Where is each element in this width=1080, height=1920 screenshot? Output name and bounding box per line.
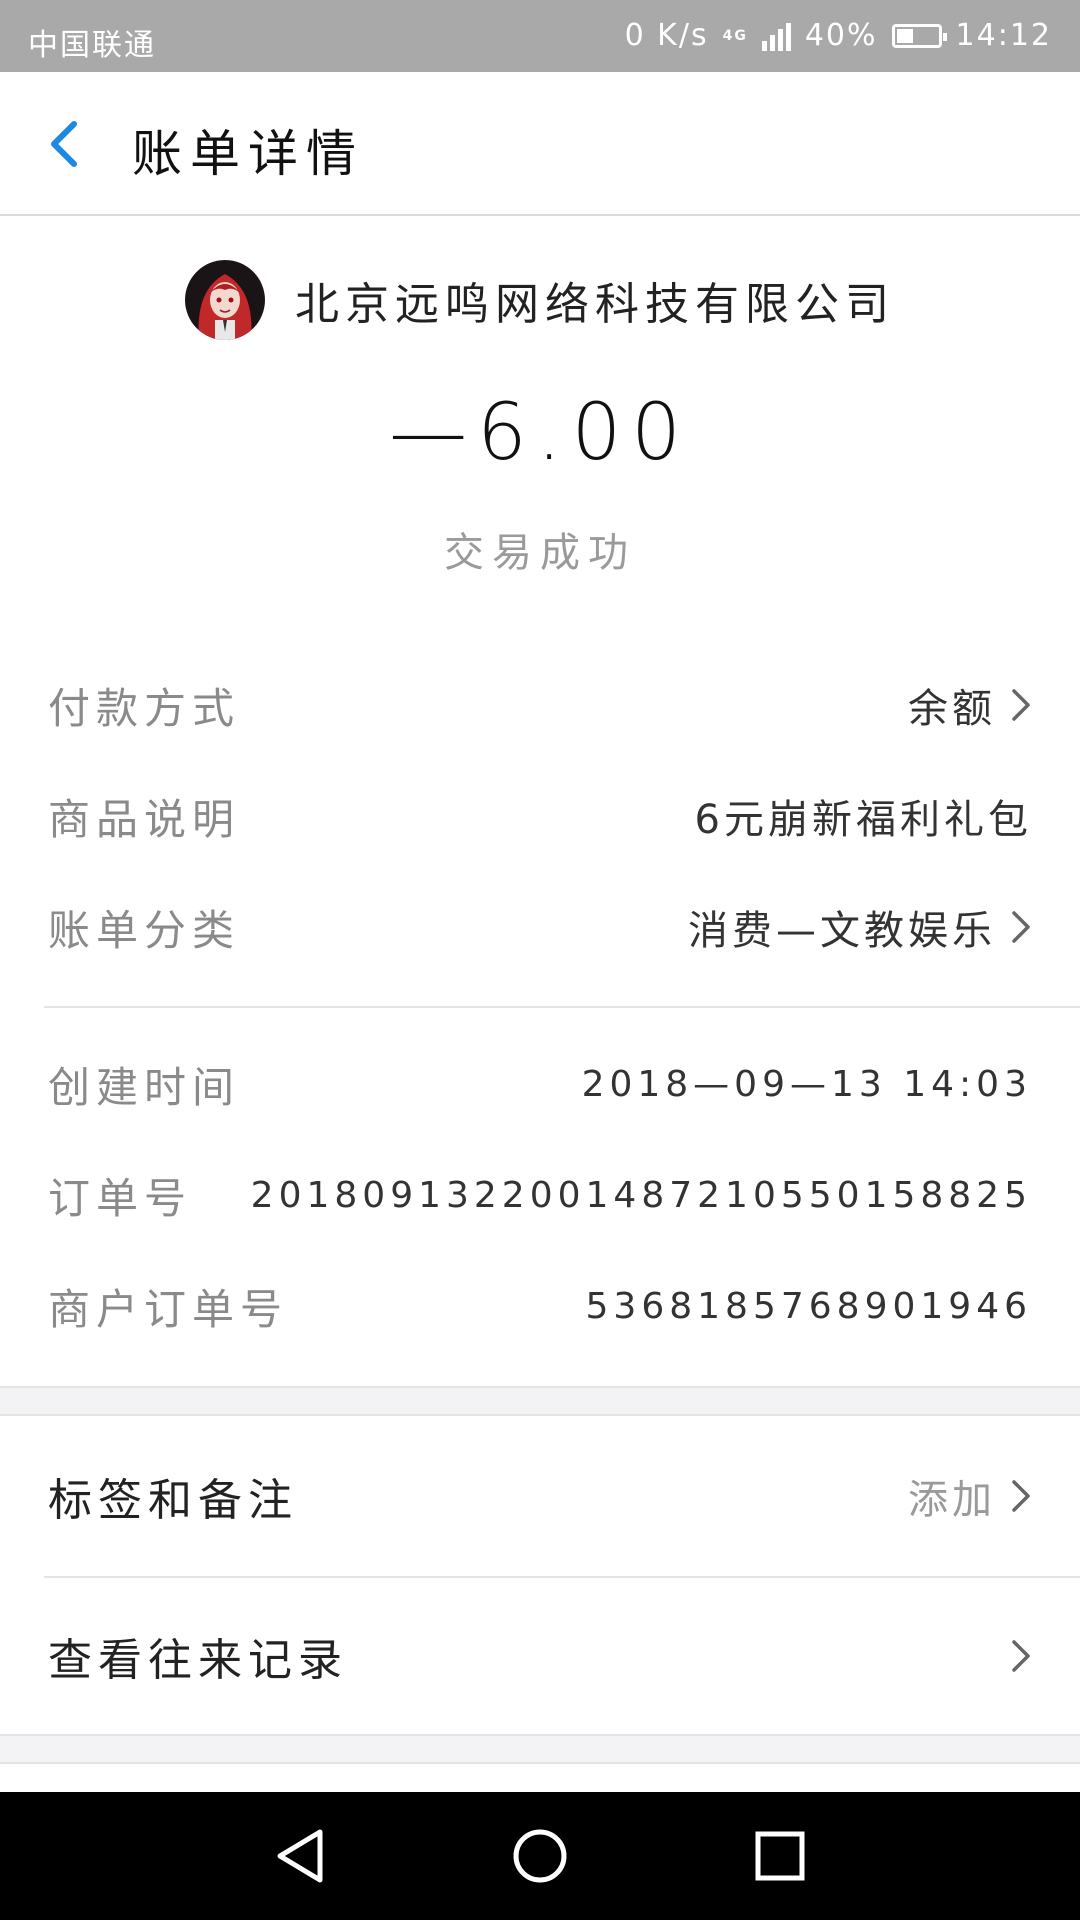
divider bbox=[44, 1006, 1080, 1008]
row-label: 订单号 bbox=[48, 1173, 193, 1223]
row-label: 创建时间 bbox=[48, 1062, 241, 1112]
created-time-row: 创建时间 2018—09—13 14:03 bbox=[48, 1049, 1032, 1119]
row-value: 2018091322001487210550158825 bbox=[250, 1174, 1032, 1216]
back-triangle-icon[interactable] bbox=[268, 1824, 332, 1888]
network-type: 4G bbox=[722, 27, 748, 44]
tags-and-notes-row[interactable]: 标签和备注 添加 bbox=[48, 1456, 1032, 1536]
transaction-amount: —6.00 bbox=[389, 388, 691, 478]
system-navigation-bar bbox=[0, 1792, 1080, 1920]
section-gap bbox=[0, 1734, 1080, 1764]
add-link: 添加 bbox=[908, 1477, 996, 1523]
product-description-row: 商品说明 6元崩新福利礼包 bbox=[48, 781, 1032, 851]
row-label: 标签和备注 bbox=[48, 1475, 298, 1526]
order-number-row: 订单号 2018091322001487210550158825 bbox=[48, 1160, 1032, 1230]
chevron-left-icon bbox=[51, 121, 77, 167]
status-bar: 中国联通 0 K/s 4G 40% 14:12 bbox=[0, 0, 1080, 72]
row-value: 消费—文教娱乐 bbox=[688, 898, 1032, 956]
row-value: 余额 bbox=[908, 676, 1032, 734]
row-label: 查看往来记录 bbox=[48, 1635, 348, 1686]
home-circle-icon[interactable] bbox=[508, 1824, 572, 1888]
carrier-name: 中国联通 bbox=[28, 28, 156, 63]
bill-category-row[interactable]: 账单分类 消费—文教娱乐 bbox=[48, 892, 1032, 962]
signal-icon bbox=[761, 21, 791, 51]
row-value: 5368185768901946 bbox=[585, 1285, 1032, 1327]
page-title: 账单详情 bbox=[132, 125, 364, 183]
row-value bbox=[1010, 1638, 1032, 1674]
network-speed: 0 K/s bbox=[624, 18, 709, 53]
chevron-right-icon bbox=[1012, 689, 1030, 721]
row-label: 商户订单号 bbox=[48, 1284, 289, 1334]
row-value: 6元崩新福利礼包 bbox=[694, 797, 1032, 843]
transaction-status: 交易成功 bbox=[444, 530, 636, 576]
clock: 14:12 bbox=[955, 18, 1052, 53]
row-label: 付款方式 bbox=[48, 683, 241, 733]
divider bbox=[44, 1576, 1080, 1578]
row-label: 账单分类 bbox=[48, 905, 241, 955]
chevron-right-icon bbox=[1012, 1480, 1030, 1512]
payment-method-row[interactable]: 付款方式 余额 bbox=[48, 670, 1032, 740]
back-button[interactable] bbox=[44, 114, 84, 174]
row-value: 2018—09—13 14:03 bbox=[581, 1063, 1032, 1105]
status-indicators: 0 K/s 4G 40% 14:12 bbox=[625, 18, 1052, 53]
merchant-info: 北京远鸣网络科技有限公司 bbox=[0, 258, 1080, 342]
chevron-right-icon bbox=[1012, 1640, 1030, 1672]
chevron-right-icon bbox=[1012, 911, 1030, 943]
merchant-order-number-row: 商户订单号 5368185768901946 bbox=[48, 1271, 1032, 1341]
app-header: 账单详情 bbox=[0, 72, 1080, 216]
merchant-avatar bbox=[185, 260, 265, 340]
recents-square-icon[interactable] bbox=[748, 1824, 812, 1888]
battery-percent: 40% bbox=[804, 18, 878, 53]
merchant-name: 北京远鸣网络科技有限公司 bbox=[295, 279, 895, 330]
battery-icon bbox=[891, 23, 947, 48]
row-label: 商品说明 bbox=[48, 794, 241, 844]
view-history-row[interactable]: 查看往来记录 bbox=[48, 1616, 1032, 1696]
row-value: 添加 bbox=[908, 1467, 1032, 1525]
section-gap bbox=[0, 1386, 1080, 1416]
